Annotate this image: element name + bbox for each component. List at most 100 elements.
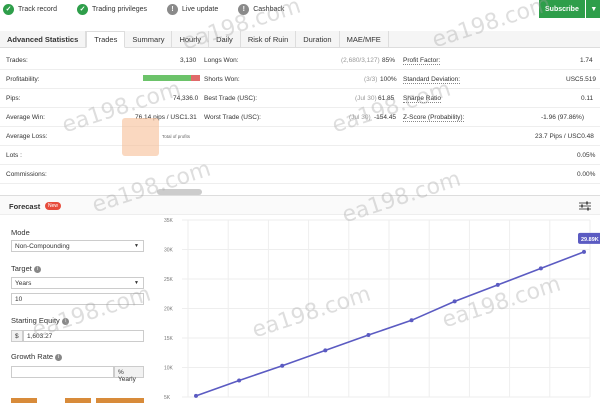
badge-label: Cashback: [253, 5, 285, 13]
stat-value: 0.05%: [577, 152, 596, 159]
stat-value: 85%: [382, 57, 396, 64]
stat-value: 0.11: [581, 95, 594, 102]
stat-value: 61.85: [378, 95, 395, 102]
badge-trading-privileges[interactable]: ✓ Trading privileges: [77, 3, 147, 15]
target-label: Target: [11, 264, 32, 273]
tab-daily[interactable]: Daily: [209, 31, 241, 48]
data-point[interactable]: [366, 333, 371, 338]
profitability-win-fill: [143, 75, 192, 81]
data-point[interactable]: [194, 393, 198, 398]
target-unit: Years: [15, 280, 32, 287]
growth-input[interactable]: [11, 366, 114, 378]
stat-value: -154.45: [374, 114, 397, 121]
mode-select[interactable]: Non-Compounding ▼: [11, 240, 144, 252]
stats-row: Profitability: Shorts Won: (3/3) 100% St…: [0, 70, 600, 89]
stat-label: Worst Trade (USC):: [204, 114, 261, 121]
tooltip-ghost: [122, 118, 159, 156]
equity-label-wrap: Starting Equity i: [11, 316, 69, 325]
equity-label: Starting Equity: [11, 316, 60, 325]
stat-detail: (Jul 30): [355, 95, 377, 102]
stat-value: 23.7 Pips / USC0.48: [535, 133, 594, 140]
y-tick-label: 15K: [164, 336, 174, 342]
stat-value: 3,130: [180, 57, 197, 64]
info-icon: i: [61, 317, 69, 325]
info-icon: !: [167, 3, 179, 15]
badge-track-record[interactable]: ✓ Track record: [3, 3, 58, 15]
forecast-title: Forecast: [9, 202, 41, 211]
forecast-action-button[interactable]: [65, 398, 91, 403]
check-icon: ✓: [3, 3, 14, 15]
tab-duration[interactable]: Duration: [296, 31, 340, 48]
stat-label: Shorts Won:: [204, 76, 240, 83]
tab-mae-mfe[interactable]: MAE/MFE: [340, 31, 389, 48]
subscribe-group: Subscribe ▼: [539, 0, 600, 18]
series-line: [195, 251, 585, 397]
tab-summary[interactable]: Summary: [125, 31, 173, 48]
forecast-chart: 35K 30K 25K 20K 15K 10K 5K 29.89K: [164, 218, 600, 401]
stats-tabs: Advanced Statistics Trades Summary Hourl…: [0, 31, 600, 48]
stats-row: Average Loss: 23.7 Pips / USC0.48: [0, 127, 600, 146]
new-badge: New: [45, 202, 62, 210]
top-status-bar: ✓ Track record ✓ Trading privileges ! Li…: [0, 0, 600, 18]
target-input[interactable]: 10: [11, 293, 144, 305]
growth-label-wrap: Growth Rate i: [11, 352, 63, 361]
stat-label: Average Loss:: [6, 133, 48, 140]
stat-label: Pips:: [6, 95, 21, 102]
subscribe-button[interactable]: Subscribe: [539, 0, 585, 18]
stat-label: Profit Factor:: [403, 57, 441, 65]
data-point[interactable]: [409, 318, 414, 323]
badge-live-update[interactable]: ! Live update: [167, 3, 219, 15]
stat-value: 1.74: [580, 57, 593, 64]
stat-value: 74,336.0: [173, 95, 199, 102]
data-point[interactable]: [280, 363, 285, 368]
profitability-bar: [143, 75, 200, 81]
mode-label: Mode: [11, 228, 30, 237]
tab-hourly[interactable]: Hourly: [172, 31, 210, 48]
data-point[interactable]: [582, 249, 586, 254]
target-label-wrap: Target i: [11, 264, 41, 273]
info-icon: i: [33, 265, 41, 273]
growth-label: Growth Rate: [11, 352, 54, 361]
y-tick-label: 30K: [164, 248, 174, 254]
data-point[interactable]: [495, 282, 500, 287]
stat-detail: (3/3): [364, 76, 378, 83]
growth-suffix: % Yearly: [114, 366, 144, 383]
stat-label: Longs Won:: [204, 57, 239, 64]
forecast-action-button[interactable]: [11, 398, 37, 403]
stats-row: Lots : 0.05%: [0, 146, 600, 165]
y-tick-label: 35K: [164, 218, 174, 224]
tab-advanced-statistics[interactable]: Advanced Statistics: [0, 31, 87, 48]
data-point[interactable]: [452, 299, 457, 304]
stat-label: Lots :: [6, 152, 22, 159]
stat-value: 100%: [380, 76, 397, 83]
equity-input[interactable]: 1,603.27: [23, 330, 144, 342]
chevron-down-icon[interactable]: ▼: [584, 0, 600, 18]
badge-label: Live update: [182, 5, 219, 13]
data-point[interactable]: [538, 266, 543, 271]
badge-cashback[interactable]: ! Cashback: [238, 3, 285, 15]
chevron-down-icon: ▼: [134, 280, 139, 286]
info-icon: !: [238, 3, 250, 15]
y-tick-label: 25K: [164, 277, 174, 283]
stat-detail: (Jul 30): [349, 114, 371, 121]
data-point[interactable]: [323, 348, 328, 353]
data-point[interactable]: [237, 378, 242, 383]
info-icon: i: [55, 353, 63, 361]
stat-value: -1.96 (97.86%): [541, 114, 584, 121]
forecast-action-button[interactable]: [96, 398, 144, 403]
stat-label: Commissions:: [6, 171, 47, 178]
tab-risk-of-ruin[interactable]: Risk of Ruin: [241, 31, 297, 48]
stats-row: Average Win: 76.14 pips / USC1.31 Worst …: [0, 108, 600, 127]
chevron-down-icon: ▼: [134, 243, 139, 249]
stat-label: Average Win:: [6, 114, 45, 121]
stats-row: Trades: 3,130 Longs Won: (2,680/3,127) 8…: [0, 51, 600, 70]
stat-label: Standard Deviation:: [403, 76, 461, 84]
stat-detail: (2,680/3,127): [341, 57, 380, 64]
badge-label: Track record: [18, 5, 58, 13]
tab-trades[interactable]: Trades: [86, 31, 126, 48]
stat-label: Best Trade (USC):: [204, 95, 258, 102]
y-tick-label: 5K: [164, 395, 171, 401]
target-unit-select[interactable]: Years ▼: [11, 277, 144, 289]
y-tick-label: 10K: [164, 366, 174, 372]
check-icon: ✓: [77, 3, 89, 15]
